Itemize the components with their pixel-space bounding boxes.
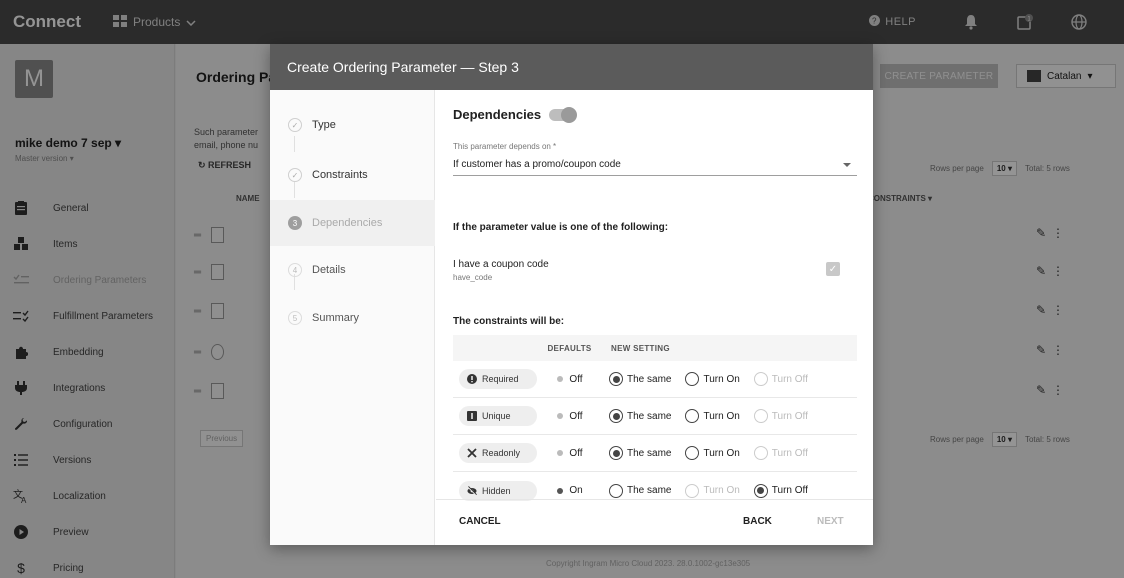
unique-icon <box>467 411 477 421</box>
dialog-footer: CANCEL BACK NEXT <box>436 499 873 545</box>
check-icon: ✓ <box>288 118 302 132</box>
chip-label: Hidden <box>482 485 511 496</box>
option-code: have_code <box>453 273 493 282</box>
back-button[interactable]: BACK <box>743 516 772 527</box>
exclamation-icon <box>467 374 477 384</box>
dependencies-toggle[interactable] <box>549 106 578 123</box>
table-row: Readonly Off The same Turn On Turn Off <box>453 435 857 472</box>
radio-label: Turn Off <box>771 447 808 459</box>
table-row: Unique Off The same Turn On Turn Off <box>453 398 857 435</box>
status-dot <box>557 450 564 456</box>
step-label: Constraints <box>312 169 368 181</box>
constraints-heading: The constraints will be: <box>453 316 565 327</box>
radio-turn-on[interactable] <box>685 446 700 460</box>
default-label: Off <box>569 447 583 459</box>
radio-turn-off <box>753 446 768 460</box>
chip-label: Required <box>482 374 519 384</box>
option-name: I have a coupon code <box>453 259 549 270</box>
default-value: Off <box>537 411 603 422</box>
new-setting-group: The same Turn On Turn Off <box>609 446 818 460</box>
radio-label: Turn Off <box>771 485 808 496</box>
new-setting-group: The same Turn On Turn Off <box>609 483 818 498</box>
step-label: Details <box>312 264 346 276</box>
radio-the-same[interactable] <box>609 483 623 498</box>
default-value: Off <box>537 374 603 385</box>
step-number: 4 <box>288 263 302 277</box>
table-header: DEFAULTS NEW SETTING <box>453 335 857 361</box>
next-button: NEXT <box>817 516 844 527</box>
status-dot <box>557 487 564 494</box>
radio-turn-off <box>753 372 768 386</box>
if-value-heading: If the parameter value is one of the fol… <box>453 222 669 233</box>
radio-label: Turn On <box>703 373 740 385</box>
step-label: Type <box>312 119 336 131</box>
step-type[interactable]: ✓ Type <box>270 102 435 148</box>
radio-label: The same <box>627 447 672 459</box>
required-chip: Required <box>459 369 537 389</box>
status-dot <box>557 413 564 419</box>
radio-label: Turn Off <box>771 410 808 422</box>
radio-the-same[interactable] <box>609 372 623 386</box>
step-summary[interactable]: 5 Summary <box>270 295 435 341</box>
new-setting-group: The same Turn On Turn Off <box>609 409 818 423</box>
radio-label: Turn On <box>703 447 740 459</box>
radio-turn-off <box>753 409 768 423</box>
step-number: 5 <box>288 311 302 325</box>
create-parameter-dialog: Create Ordering Parameter — Step 3 ✓ Type… <box>270 44 873 545</box>
constraints-table: DEFAULTS NEW SETTING Required Off The sa… <box>453 335 857 509</box>
radio-label: The same <box>627 485 672 496</box>
unique-chip: Unique <box>459 406 537 426</box>
new-setting-group: The same Turn On Turn Off <box>609 372 818 386</box>
default-value: Off <box>537 448 603 459</box>
step-label: Summary <box>312 312 360 324</box>
radio-label: The same <box>627 410 672 422</box>
caret-down-icon <box>843 162 851 167</box>
hidden-chip: Hidden <box>459 480 537 501</box>
readonly-chip: Readonly <box>459 443 537 463</box>
default-value: On <box>537 485 603 496</box>
radio-turn-off[interactable] <box>753 483 768 498</box>
cancel-button[interactable]: CANCEL <box>459 516 501 527</box>
radio-label: Turn Off <box>771 373 808 385</box>
depends-on-select[interactable]: If customer has a promo/coupon code <box>453 154 857 176</box>
radio-the-same[interactable] <box>609 446 623 460</box>
step-dependencies[interactable]: 3 Dependencies <box>270 200 435 246</box>
radio-label: Turn On <box>703 410 740 422</box>
radio-turn-on <box>685 483 700 498</box>
wizard-stepper: ✓ Type ✓ Constraints 3 Dependencies 4 Detail… <box>270 90 435 545</box>
step-number: 3 <box>288 216 302 230</box>
dependencies-title: Dependencies <box>453 107 542 122</box>
radio-turn-on[interactable] <box>685 409 700 423</box>
chip-label: Readonly <box>482 448 521 458</box>
eye-off-icon <box>467 485 477 496</box>
column-header-defaults: DEFAULTS <box>547 343 592 353</box>
status-dot <box>557 376 564 382</box>
dialog-title: Create Ordering Parameter — Step 3 <box>270 44 873 90</box>
dependencies-heading: Dependencies <box>453 106 578 123</box>
check-icon: ✓ <box>288 168 302 182</box>
step-details[interactable]: 4 Details <box>270 247 435 293</box>
radio-label: The same <box>627 373 672 385</box>
step-label: Dependencies <box>312 217 383 229</box>
dialog-content: Dependencies This parameter depends on *… <box>436 90 873 545</box>
default-label: Off <box>569 373 583 385</box>
step-constraints[interactable]: ✓ Constraints <box>270 152 435 198</box>
default-label: On <box>569 485 583 496</box>
toggle-knob <box>561 106 578 123</box>
option-checkbox[interactable]: ✓ <box>826 262 840 276</box>
depends-on-label: This parameter depends on * <box>453 142 557 151</box>
depends-on-value: If customer has a promo/coupon code <box>453 159 621 170</box>
radio-turn-on[interactable] <box>685 372 700 386</box>
radio-the-same[interactable] <box>609 409 623 423</box>
readonly-icon <box>467 448 477 458</box>
chip-label: Unique <box>482 411 511 421</box>
radio-label: Turn On <box>703 485 740 496</box>
table-row: Required Off The same Turn On Turn Off <box>453 361 857 398</box>
column-header-new-setting: NEW SETTING <box>611 343 670 353</box>
default-label: Off <box>569 410 583 422</box>
